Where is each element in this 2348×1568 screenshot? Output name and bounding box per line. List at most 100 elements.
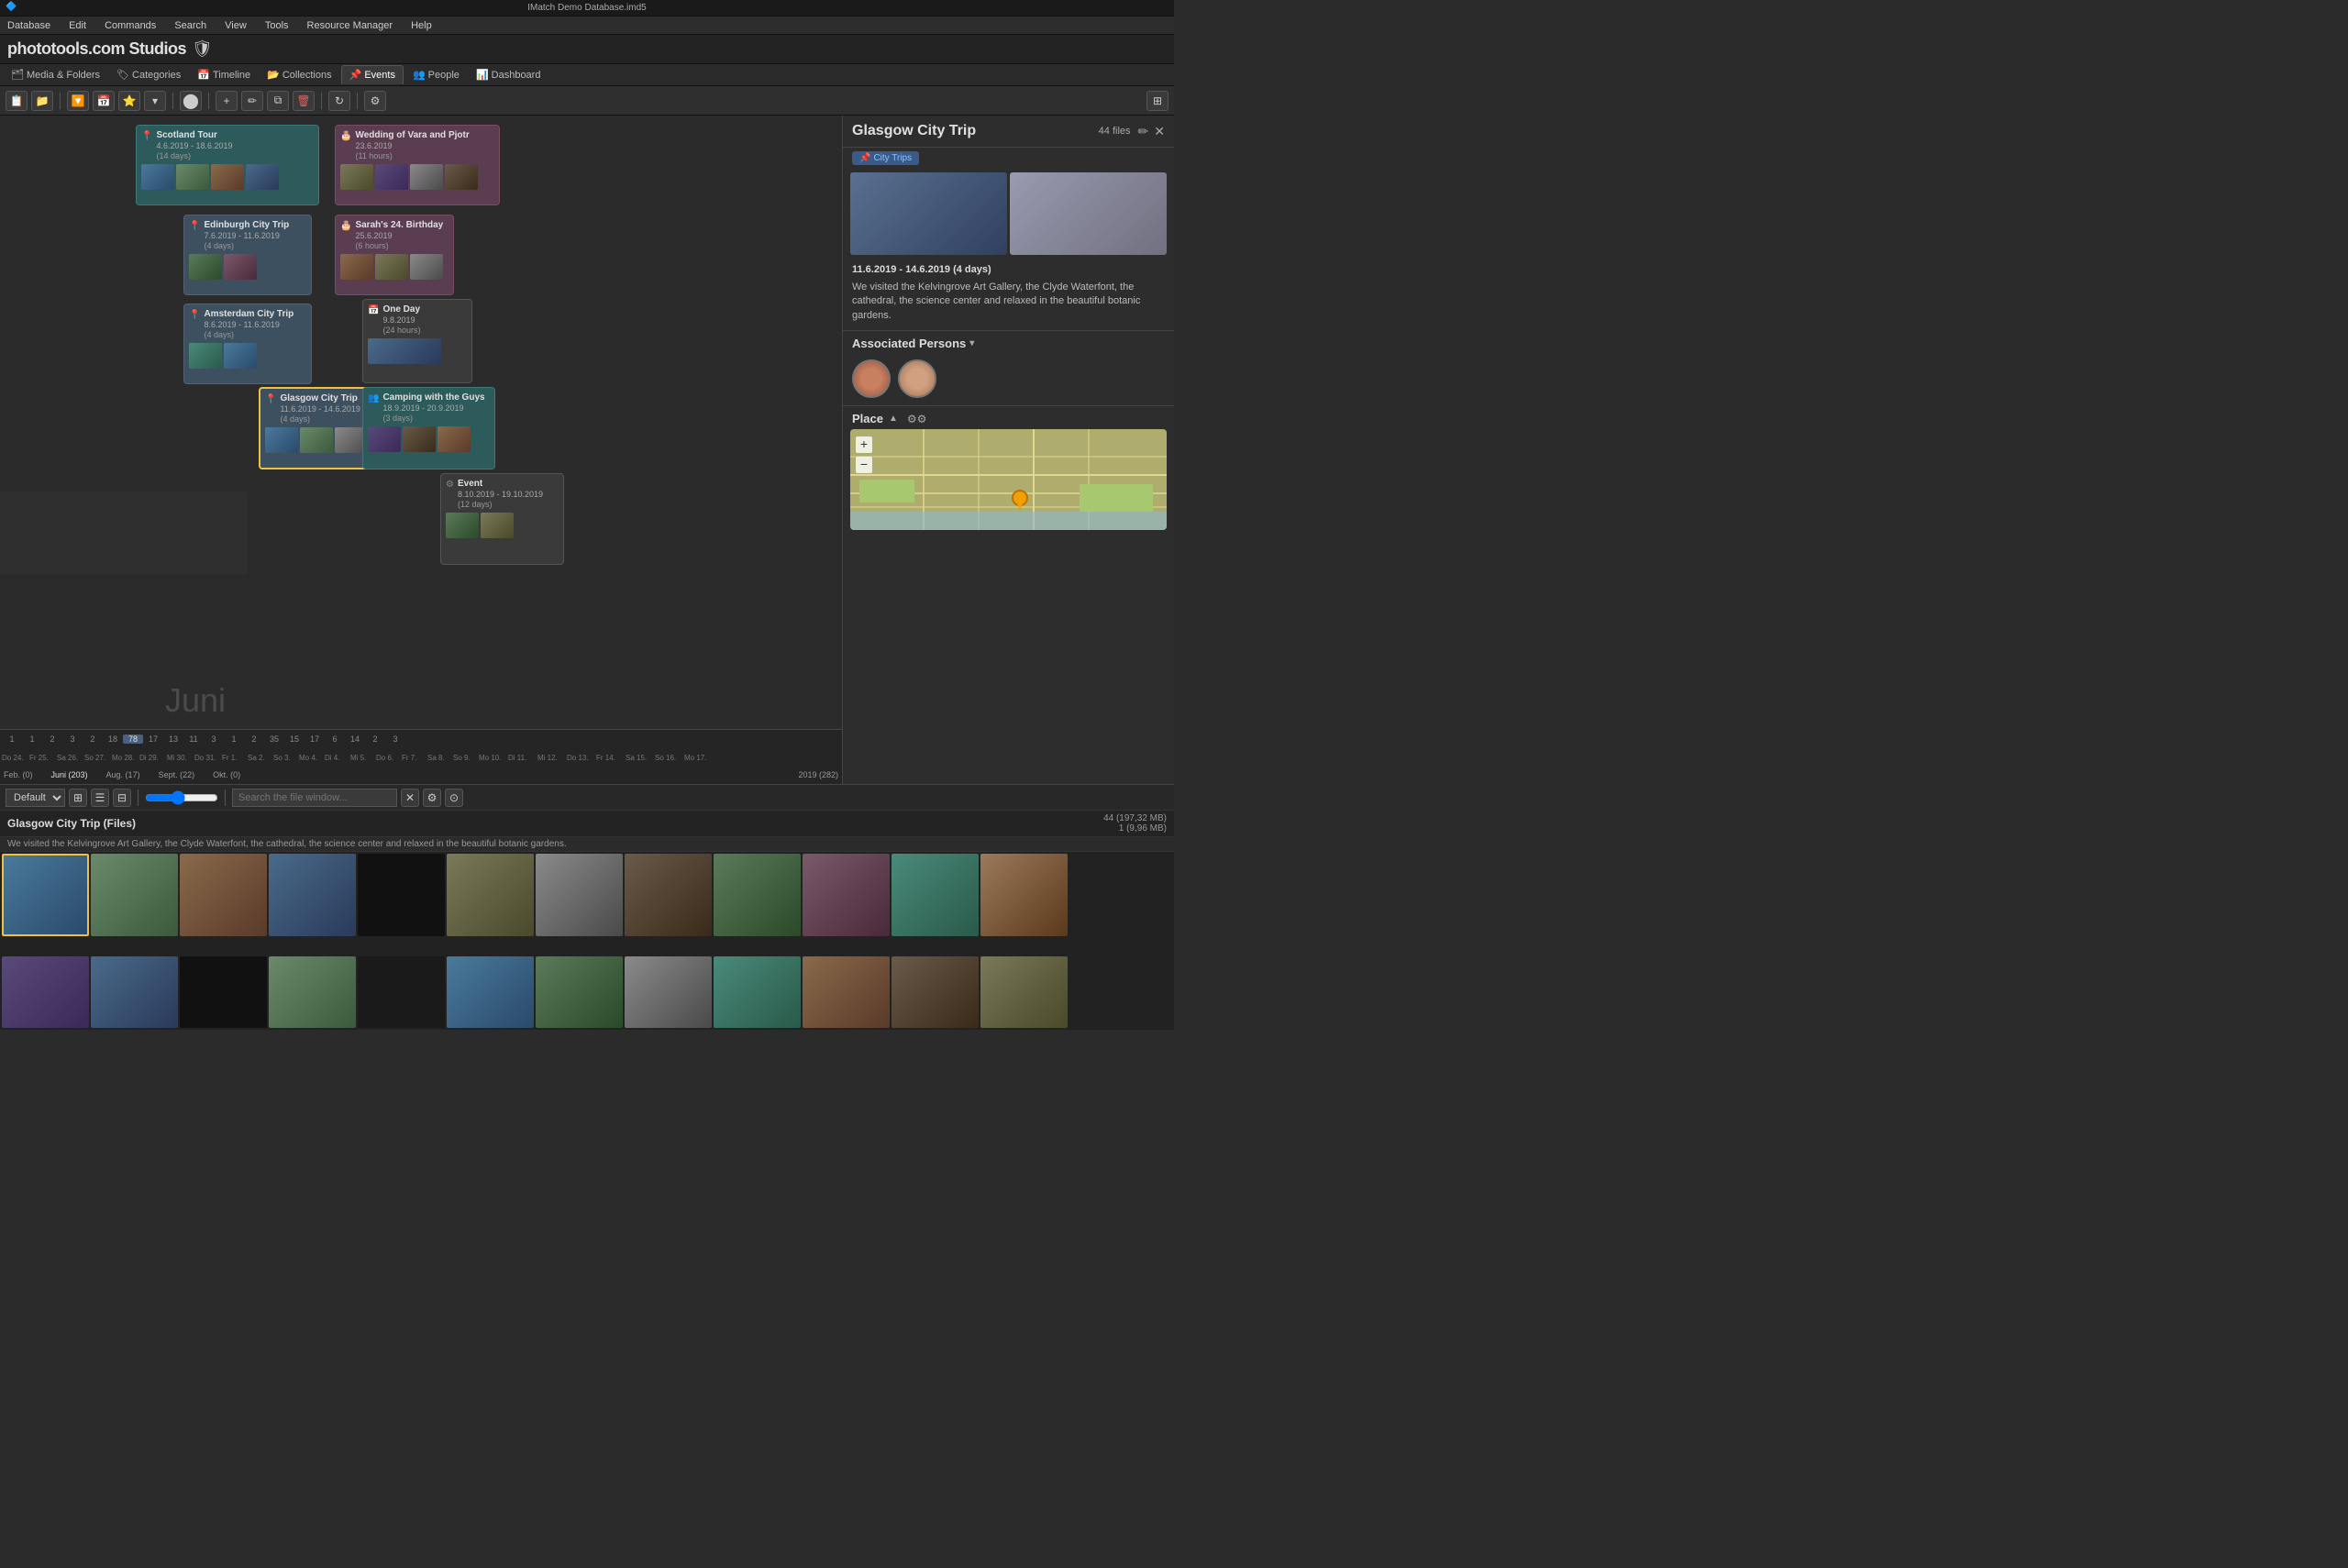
tl-date: Mo 4. [299, 754, 325, 762]
photo-thumb-5[interactable] [358, 854, 445, 936]
event-card-camping[interactable]: 👥 Camping with the Guys 18.9.2019 - 20.9… [362, 387, 495, 469]
search-options-button[interactable]: ⚙ [423, 789, 441, 807]
tl-date: So 9. [453, 754, 479, 762]
photo-thumb-row2-6[interactable] [447, 956, 534, 1028]
tab-timeline[interactable]: 📅 Timeline [190, 66, 258, 83]
event-card-event[interactable]: ⚙ Event 8.10.2019 - 19.10.2019 (12 days) [440, 473, 564, 565]
settings-button[interactable]: ⚙ [364, 91, 386, 111]
photo-thumb-row2-7[interactable] [536, 956, 623, 1028]
tl-date: Di 4. [325, 754, 350, 762]
toolbar-separator-1 [60, 93, 61, 109]
event-card-scotland-tour[interactable]: 📍 Scotland Tour 4.6.2019 - 18.6.2019 (14… [136, 125, 319, 205]
filter-button[interactable]: 🔽 [67, 91, 89, 111]
city-trips-badge[interactable]: 📌 City Trips [852, 151, 919, 165]
refresh-button[interactable]: ↻ [328, 91, 350, 111]
photo-thumb-9[interactable] [714, 854, 801, 936]
view-select[interactable]: Default [6, 789, 65, 807]
photo-thumb-3[interactable] [180, 854, 267, 936]
star-button[interactable]: ⭐ [118, 91, 140, 111]
event-thumb [265, 427, 298, 453]
photo-thumb-row2-11[interactable] [892, 956, 979, 1028]
tl-date: Fr 7. [402, 754, 427, 762]
grid-view-button[interactable]: ⊞ [69, 789, 87, 807]
tab-events[interactable]: 📌 Events [341, 65, 404, 84]
event-duration: (4 days) [204, 330, 294, 339]
avatar-person-2[interactable] [898, 359, 936, 398]
search-input[interactable] [232, 789, 397, 807]
panel-toggle-button[interactable]: ⊞ [1146, 91, 1168, 111]
place-expand-icon[interactable]: ▲ [889, 414, 898, 424]
bottom-count: 44 (197,32 MB) [1103, 813, 1167, 823]
event-card-wedding[interactable]: 🎂 Wedding of Vara and Pjotr 23.6.2019 (1… [335, 125, 500, 205]
menu-view[interactable]: View [221, 18, 250, 33]
menu-search[interactable]: Search [171, 18, 210, 33]
photo-thumb-row2-3[interactable] [180, 956, 267, 1028]
pin-icon: 📍 [265, 394, 276, 404]
avatar-person-1[interactable] [852, 359, 891, 398]
photo-thumb-12[interactable] [980, 854, 1068, 936]
menu-resource-manager[interactable]: Resource Manager [304, 18, 397, 33]
tl-date: Mo 17. [684, 754, 714, 762]
photo-thumb-6[interactable] [447, 854, 534, 936]
tab-people[interactable]: 👥 People [405, 66, 467, 83]
photo-thumb-7[interactable] [536, 854, 623, 936]
event-title: Camping with the Guys [382, 392, 484, 403]
main-area: 📍 Scotland Tour 4.6.2019 - 18.6.2019 (14… [0, 116, 1174, 784]
event-card-one-day[interactable]: 📅 One Day 9.8.2019 (24 hours) [362, 299, 472, 383]
photo-thumb-row2-5[interactable] [358, 956, 445, 1028]
circle-button[interactable]: ⬤ [180, 91, 202, 111]
list-view-button[interactable]: ☰ [91, 789, 109, 807]
delete-button[interactable]: 🗑 [293, 91, 315, 111]
photo-thumb-4[interactable] [269, 854, 356, 936]
add-button[interactable]: + [216, 91, 238, 111]
new-button[interactable]: 📋 [6, 91, 28, 111]
detail-view-button[interactable]: ⊟ [113, 789, 131, 807]
search-clear-button[interactable]: ✕ [401, 789, 419, 807]
photo-thumb-row2-8[interactable] [625, 956, 712, 1028]
event-card-amsterdam[interactable]: 📍 Amsterdam City Trip 8.6.2019 - 11.6.20… [183, 304, 312, 384]
tl-month-juni: Juni (203) [51, 770, 88, 779]
tab-media-folders[interactable]: 🗂 Media & Folders [4, 66, 107, 83]
photo-thumb-row2-12[interactable] [980, 956, 1068, 1028]
copy-button[interactable]: ⧉ [267, 91, 289, 111]
photo-thumb-11[interactable] [892, 854, 979, 936]
event-thumb [481, 513, 514, 538]
photo-thumb-row2-4[interactable] [269, 956, 356, 1028]
menu-database[interactable]: Database [4, 18, 54, 33]
menu-edit[interactable]: Edit [65, 18, 90, 33]
event-duration: (12 days) [458, 500, 543, 509]
tab-dashboard[interactable]: 📊 Dashboard [469, 66, 548, 83]
tl-month-aug: Aug. (17) [106, 770, 140, 779]
photo-thumb-1[interactable] [2, 854, 89, 936]
photo-thumb-2[interactable] [91, 854, 178, 936]
menu-help[interactable]: Help [407, 18, 436, 33]
size-slider[interactable] [145, 790, 218, 805]
tl-date: So 16. [655, 754, 684, 762]
events-canvas[interactable]: 📍 Scotland Tour 4.6.2019 - 18.6.2019 (14… [0, 116, 842, 729]
photo-thumb-row2-2[interactable] [91, 956, 178, 1028]
photo-thumb-8[interactable] [625, 854, 712, 936]
associated-persons-title: Associated Persons ▾ [852, 337, 974, 350]
event-card-sarahs-birthday[interactable]: 🎂 Sarah's 24. Birthday 25.6.2019 (6 hour… [335, 215, 454, 295]
rp-edit-button[interactable]: ✏ [1138, 124, 1149, 139]
menu-tools[interactable]: Tools [261, 18, 293, 33]
dropdown-button[interactable]: ▾ [144, 91, 166, 111]
menu-commands[interactable]: Commands [101, 18, 160, 33]
edit-button[interactable]: ✏ [241, 91, 263, 111]
chevron-down-icon[interactable]: ▾ [969, 338, 974, 348]
place-settings-icon[interactable]: ⚙⚙ [907, 413, 927, 425]
event-date: 11.6.2019 - 14.6.2019 [280, 404, 360, 414]
event-card-edinburgh[interactable]: 📍 Edinburgh City Trip 7.6.2019 - 11.6.20… [183, 215, 312, 295]
tab-categories[interactable]: 🏷 Categories [109, 66, 188, 83]
photo-thumb-10[interactable] [803, 854, 890, 936]
rp-map[interactable]: + − [850, 429, 1167, 530]
search-type-button[interactable]: ⊙ [445, 789, 463, 807]
photo-thumb-row2-10[interactable] [803, 956, 890, 1028]
photo-thumb-row2-1[interactable] [2, 956, 89, 1028]
rp-close-button[interactable]: ✕ [1154, 124, 1165, 139]
calendar-button[interactable]: 📅 [93, 91, 115, 111]
event-duration: (14 days) [156, 151, 232, 160]
open-button[interactable]: 📁 [31, 91, 53, 111]
tab-collections[interactable]: 📂 Collections [260, 66, 339, 83]
photo-thumb-row2-9[interactable] [714, 956, 801, 1028]
